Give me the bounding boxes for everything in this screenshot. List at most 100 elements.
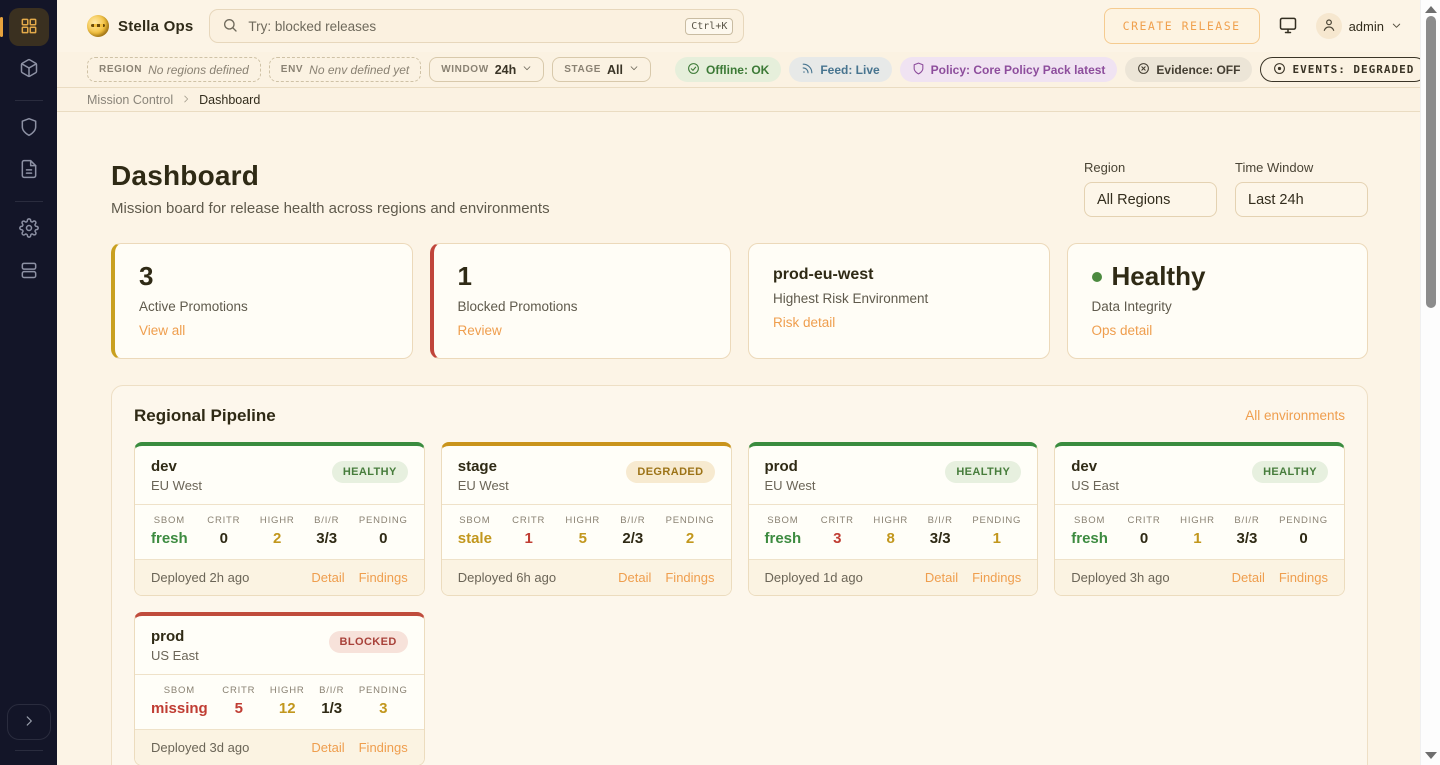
region-filter-label: Region [1084, 160, 1217, 175]
time-window-filter-select[interactable]: Last 24h [1235, 182, 1368, 217]
pipeline-card-prod-eu-west: prod EU West HEALTHY SBOMfresh CRITR3 HI… [748, 442, 1039, 596]
brand-name: Stella Ops [118, 18, 193, 35]
findings-link[interactable]: Findings [359, 570, 408, 585]
region-name: EU West [765, 478, 816, 493]
search-icon [222, 17, 238, 36]
detail-link[interactable]: Detail [925, 570, 958, 585]
critr-value: 3 [821, 530, 854, 547]
username-label: admin [1349, 19, 1384, 34]
app-window: Stella Ops Try: blocked releases Ctrl+K … [0, 0, 1440, 765]
region-context-chip[interactable]: REGION No regions defined [87, 57, 261, 82]
env-name: dev [1071, 458, 1119, 475]
gear-icon [19, 218, 39, 241]
review-link[interactable]: Review [458, 323, 502, 338]
metric-label: PENDING [1279, 515, 1328, 526]
bir-value: 1/3 [319, 700, 344, 717]
all-environments-link[interactable]: All environments [1245, 408, 1345, 423]
events-status-pill[interactable]: EVENTS: DEGRADED [1260, 57, 1427, 82]
stat-card-active-promotions: 3 Active Promotions View all [111, 243, 413, 359]
env-chip-label: ENV [281, 64, 303, 75]
metric-label: SBOM [1071, 515, 1108, 526]
deployed-timestamp: Deployed 1d ago [765, 570, 863, 585]
findings-link[interactable]: Findings [359, 740, 408, 755]
evidence-status-pill[interactable]: Evidence: OFF [1125, 57, 1252, 82]
breadcrumb-mission-control[interactable]: Mission Control [87, 93, 173, 107]
env-context-chip[interactable]: ENV No env defined yet [269, 57, 421, 82]
sidebar [0, 0, 57, 765]
metric-label: HIGHR [260, 515, 295, 526]
findings-link[interactable]: Findings [972, 570, 1021, 585]
ops-detail-link[interactable]: Ops detail [1092, 323, 1153, 338]
bir-value: 3/3 [314, 530, 339, 547]
global-search-input[interactable]: Try: blocked releases Ctrl+K [209, 9, 744, 43]
status-badge: HEALTHY [332, 461, 408, 483]
display-mode-button[interactable] [1278, 15, 1298, 38]
metric-label: PENDING [666, 515, 715, 526]
top-header: Stella Ops Try: blocked releases Ctrl+K … [57, 0, 1420, 52]
brand[interactable]: Stella Ops [87, 15, 193, 37]
findings-link[interactable]: Findings [665, 570, 714, 585]
detail-link[interactable]: Detail [1232, 570, 1265, 585]
region-filter-select[interactable]: All Regions [1084, 182, 1217, 217]
bir-value: 3/3 [1234, 530, 1259, 547]
evidence-pill-label: Evidence: OFF [1156, 63, 1240, 77]
stat-label: Blocked Promotions [458, 299, 707, 314]
chevron-right-icon [181, 93, 191, 107]
deployed-timestamp: Deployed 2h ago [151, 570, 249, 585]
sidebar-divider [15, 750, 43, 751]
sidebar-item-infrastructure[interactable] [9, 252, 49, 290]
policy-status-pill[interactable]: Policy: Core Policy Pack latest [900, 57, 1118, 82]
scrollbar-thumb[interactable] [1426, 16, 1436, 308]
window-dropdown[interactable]: WINDOW 24h [429, 57, 544, 82]
highr-value: 2 [260, 530, 295, 547]
sidebar-item-settings[interactable] [9, 210, 49, 248]
create-release-button[interactable]: CREATE RELEASE [1104, 8, 1260, 44]
breadcrumb-dashboard: Dashboard [199, 93, 260, 107]
critr-value: 0 [1128, 530, 1161, 547]
scroll-up-arrow[interactable] [1425, 6, 1437, 13]
scroll-down-arrow[interactable] [1425, 752, 1437, 759]
metric-label: SBOM [151, 515, 188, 526]
detail-link[interactable]: Detail [311, 740, 344, 755]
user-icon [1321, 17, 1337, 36]
detail-link[interactable]: Detail [311, 570, 344, 585]
highr-value: 8 [873, 530, 908, 547]
pipeline-card-prod-us-east: prod US East BLOCKED SBOMmissing CRITR5 … [134, 612, 425, 765]
main-content: Dashboard Mission board for release heal… [57, 112, 1420, 765]
risk-detail-link[interactable]: Risk detail [773, 315, 835, 330]
deployed-timestamp: Deployed 6h ago [458, 570, 556, 585]
stat-value: 1 [458, 262, 707, 292]
stat-card-highest-risk: prod-eu-west Highest Risk Environment Ri… [748, 243, 1050, 359]
findings-link[interactable]: Findings [1279, 570, 1328, 585]
window-dropdown-value: 24h [495, 63, 517, 77]
sidebar-item-releases[interactable] [9, 50, 49, 88]
sidebar-item-dashboard[interactable] [9, 8, 49, 46]
stage-dropdown[interactable]: STAGE All [552, 57, 651, 82]
vertical-scrollbar[interactable] [1420, 0, 1440, 765]
metric-label: PENDING [359, 685, 408, 696]
pending-value: 0 [1279, 530, 1328, 547]
detail-link[interactable]: Detail [618, 570, 651, 585]
sidebar-item-documents[interactable] [9, 151, 49, 189]
healthy-dot-icon [1092, 272, 1102, 282]
pipeline-card-dev-eu-west: dev EU West HEALTHY SBOMfresh CRITR0 HIG… [134, 442, 425, 596]
pipeline-cards-grid: dev EU West HEALTHY SBOMfresh CRITR0 HIG… [134, 442, 1345, 765]
view-all-link[interactable]: View all [139, 323, 185, 338]
metric-label: HIGHR [270, 685, 305, 696]
sidebar-item-policy[interactable] [9, 109, 49, 147]
deployed-timestamp: Deployed 3h ago [1071, 570, 1169, 585]
metric-label: CRITR [512, 515, 545, 526]
pending-value: 0 [359, 530, 408, 547]
stage-dropdown-label: STAGE [564, 64, 601, 75]
offline-status-pill[interactable]: Offline: OK [675, 57, 781, 82]
metric-label: SBOM [765, 515, 802, 526]
sidebar-divider [15, 100, 43, 101]
env-name: prod [151, 628, 199, 645]
sbom-value: missing [151, 700, 208, 717]
sidebar-expand-button[interactable] [7, 704, 51, 740]
env-name: dev [151, 458, 202, 475]
feed-status-pill[interactable]: Feed: Live [789, 57, 891, 82]
user-menu[interactable]: admin [1316, 13, 1402, 39]
metric-label: B/I/R [620, 515, 645, 526]
regional-pipeline-panel: Regional Pipeline All environments dev E… [111, 385, 1368, 765]
